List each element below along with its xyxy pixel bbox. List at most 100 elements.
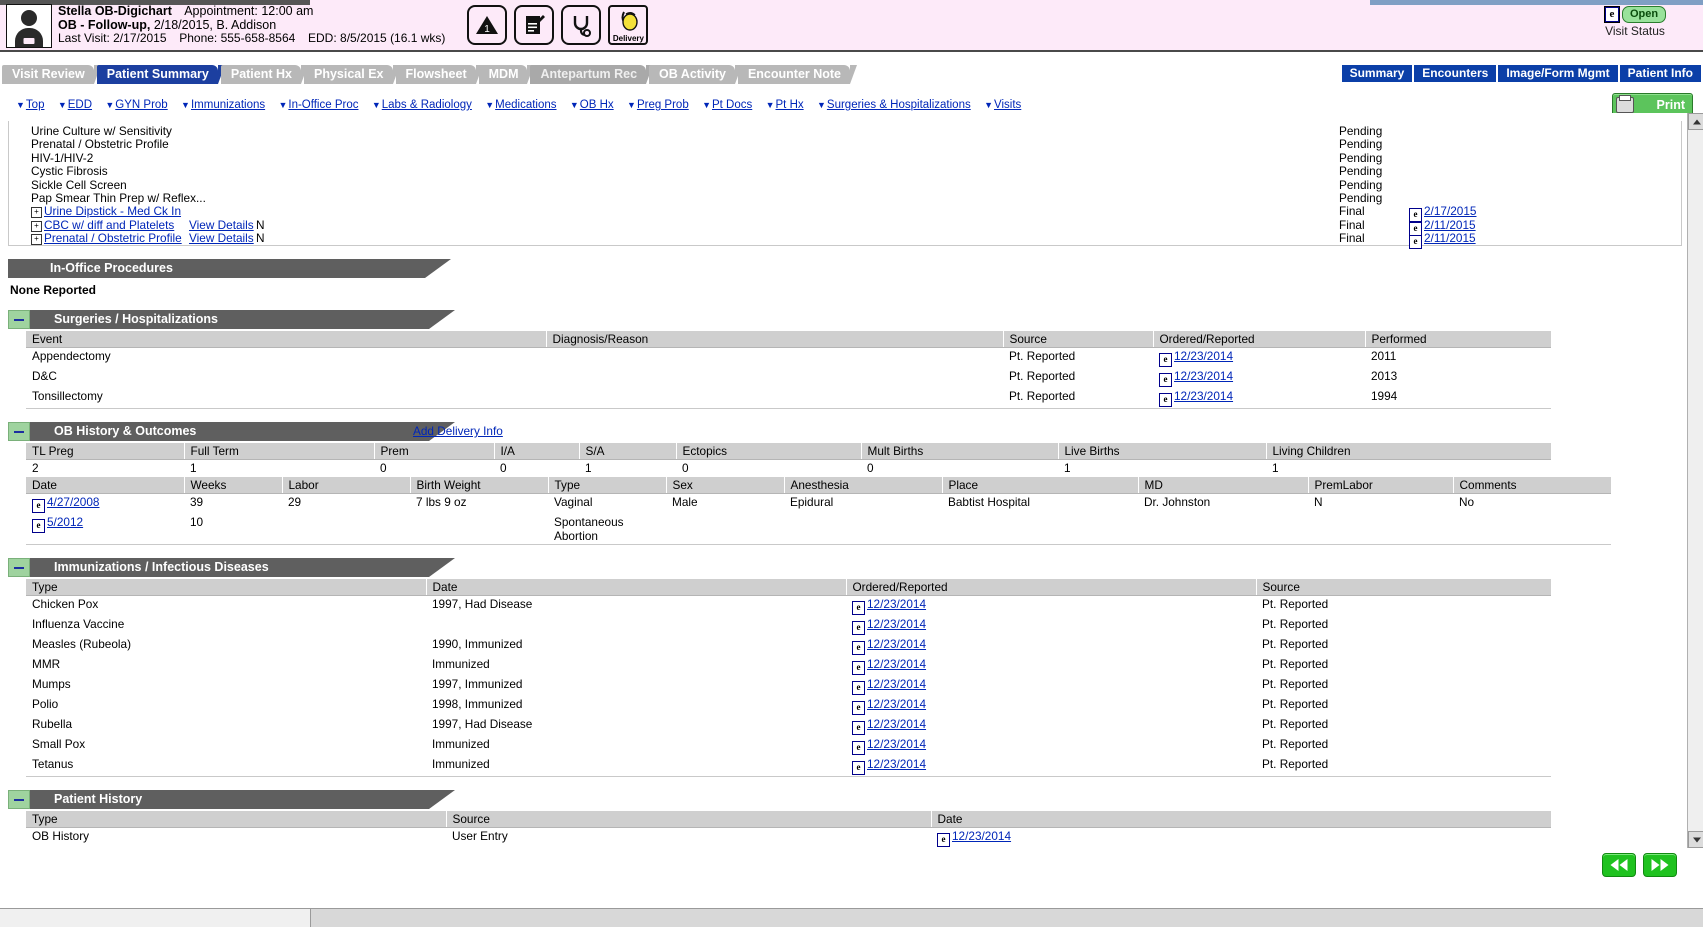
quicknav-link-labs-radiology[interactable]: Labs & Radiology [382, 99, 472, 111]
lab-row[interactable]: Pap Smear Thin Prep w/ Reflex... Pending [9, 191, 1681, 205]
cell-ordered[interactable]: e 12/23/2014 [846, 716, 1256, 736]
quicknav-top[interactable]: ▼Top [16, 99, 44, 111]
quicknav-link-edd[interactable]: EDD [68, 99, 92, 111]
delivery-icon[interactable]: Delivery [608, 5, 649, 45]
alert-triangle-icon[interactable]: 1 [467, 5, 508, 45]
cell-date[interactable]: e 12/23/2014 [931, 827, 1551, 848]
quicknav-link-top[interactable]: Top [26, 99, 45, 111]
ordered-date-link[interactable]: 12/23/2014 [867, 657, 926, 671]
table-row[interactable]: Tetanus Immunized e 12/23/2014 Pt. Reported [26, 756, 1551, 777]
expand-icon[interactable]: + [31, 207, 42, 219]
table-row[interactable]: Mumps 1997, Immunized e 12/23/2014 Pt. Repor… [26, 676, 1551, 696]
quicknav-ob-hx[interactable]: ▼OB Hx [570, 99, 614, 111]
ordered-date-link[interactable]: 12/23/2014 [867, 617, 926, 631]
quicknav-link-visits[interactable]: Visits [994, 99, 1021, 111]
delivery-date-link[interactable]: 4/27/2008 [47, 495, 99, 509]
quicknav-link-gyn-prob[interactable]: GYN Prob [115, 99, 167, 111]
tab-image-form-mgmt[interactable]: Image/Form Mgmt [1498, 65, 1618, 82]
table-row[interactable]: OB History User Entry e 12/23/2014 [26, 827, 1551, 848]
quicknav-link-ob-hx[interactable]: OB Hx [580, 99, 614, 111]
table-row[interactable]: D&C Pt. Reported e 12/23/2014 2013 [26, 368, 1551, 388]
quicknav-pt-docs[interactable]: ▼Pt Docs [702, 99, 752, 111]
tab-antepartum-rec[interactable]: Antepartum Rec [530, 65, 653, 84]
cell-date[interactable]: e 5/2012 [26, 514, 184, 545]
cell-ordered[interactable]: e 12/23/2014 [1153, 368, 1365, 388]
expand-icon[interactable]: + [31, 234, 42, 246]
ordered-date-link[interactable]: 12/23/2014 [867, 757, 926, 771]
cell-date[interactable]: e 4/27/2008 [26, 493, 184, 514]
add-delivery-info-link[interactable]: Add Delivery Info [413, 424, 503, 438]
ordered-date-link[interactable]: 12/23/2014 [1174, 349, 1233, 363]
quicknav-gyn-prob[interactable]: ▼GYN Prob [105, 99, 167, 111]
cell-ordered[interactable]: e 12/23/2014 [846, 696, 1256, 716]
lab-row[interactable]: + Urine Dipstick - Med Ck In Final e 2/17… [9, 204, 1681, 223]
tab-patient-summary[interactable]: Patient Summary [96, 65, 225, 84]
collapse-toggle-ob-history[interactable] [8, 422, 30, 441]
lab-row[interactable]: Cystic Fibrosis Pending [9, 164, 1681, 178]
tab-mdm[interactable]: MDM [478, 65, 535, 84]
table-row[interactable]: Tonsillectomy Pt. Reported e 12/23/2014 1… [26, 388, 1551, 409]
tab-encounters[interactable]: Encounters [1414, 65, 1497, 82]
previous-page-button[interactable] [1602, 853, 1636, 877]
delivery-date-link[interactable]: 5/2012 [47, 515, 83, 529]
collapse-toggle-immunizations[interactable] [8, 558, 30, 577]
quicknav-link-preg-prob[interactable]: Preg Prob [637, 99, 689, 111]
lab-date-link[interactable]: e 2/11/2015 [1409, 231, 1476, 250]
clipboard-edit-icon[interactable] [514, 5, 555, 45]
tab-ob-activity[interactable]: OB Activity [649, 65, 742, 84]
quicknav-link-in-office-proc[interactable]: In-Office Proc [288, 99, 358, 111]
quicknav-pt-hx[interactable]: ▼Pt Hx [766, 99, 804, 111]
table-row[interactable]: MMR Immunized e 12/23/2014 Pt. Reported [26, 656, 1551, 676]
table-row[interactable]: Small Pox Immunized e 12/23/2014 Pt. Reporte… [26, 736, 1551, 756]
quicknav-medications[interactable]: ▼Medications [485, 99, 556, 111]
quicknav-visits[interactable]: ▼Visits [984, 99, 1021, 111]
cell-ordered[interactable]: e 12/23/2014 [1153, 347, 1365, 368]
quicknav-in-office-proc[interactable]: ▼In-Office Proc [278, 99, 358, 111]
ordered-date-link[interactable]: 12/23/2014 [867, 677, 926, 691]
status-badge[interactable]: Open [1621, 6, 1667, 23]
cell-ordered[interactable]: e 12/23/2014 [846, 616, 1256, 636]
table-row[interactable]: Rubella 1997, Had Disease e 12/23/2014 Pt. R… [26, 716, 1551, 736]
tab-summary[interactable]: Summary [1341, 65, 1413, 82]
next-page-button[interactable] [1643, 853, 1677, 877]
table-row[interactable]: Appendectomy Pt. Reported e 12/23/2014 20… [26, 347, 1551, 368]
content-scrollbar[interactable] [1687, 113, 1703, 848]
ordered-date-link[interactable]: 12/23/2014 [1174, 389, 1233, 403]
quicknav-immunizations[interactable]: ▼Immunizations [181, 99, 265, 111]
lab-name-link[interactable]: CBC w/ diff and Platelets [44, 218, 174, 232]
table-row[interactable]: Influenza Vaccine e 12/23/2014 Pt. Reported [26, 616, 1551, 636]
tab-flowsheet[interactable]: Flowsheet [395, 65, 483, 84]
cell-ordered[interactable]: e 12/23/2014 [846, 756, 1256, 777]
lab-row[interactable]: + CBC w/ diff and Platelets View Details… [9, 218, 1681, 236]
table-row[interactable]: e 5/2012 10 Spontaneous Abortion [26, 514, 1611, 545]
table-row[interactable]: Polio 1998, Immunized e 12/23/2014 Pt. Repor… [26, 696, 1551, 716]
quicknav-link-immunizations[interactable]: Immunizations [191, 99, 265, 111]
quicknav-link-medications[interactable]: Medications [495, 99, 556, 111]
quicknav-link-pt-hx[interactable]: Pt Hx [776, 99, 804, 111]
tab-encounter-note[interactable]: Encounter Note [737, 65, 858, 84]
quicknav-labs-radiology[interactable]: ▼Labs & Radiology [372, 99, 472, 111]
lab-row[interactable]: HIV-1/HIV-2 Pending [9, 151, 1681, 165]
table-row[interactable]: Chicken Pox 1997, Had Disease e 12/23/2014 P… [26, 595, 1551, 616]
ordered-date-link[interactable]: 12/23/2014 [867, 737, 926, 751]
ordered-date-link[interactable]: 12/23/2014 [867, 717, 926, 731]
quicknav-link-surgeries[interactable]: Surgeries & Hospitalizations [827, 99, 971, 111]
lab-row[interactable]: Urine Culture w/ Sensitivity Pending [9, 124, 1681, 138]
table-row[interactable]: e 4/27/2008 39 29 7 lbs 9 oz Vaginal Male… [26, 493, 1611, 514]
ordered-date-link[interactable]: 12/23/2014 [1174, 369, 1233, 383]
cell-ordered[interactable]: e 12/23/2014 [846, 736, 1256, 756]
cell-ordered[interactable]: e 12/23/2014 [846, 636, 1256, 656]
lab-row[interactable]: Prenatal / Obstetric Profile Pending [9, 137, 1681, 151]
scroll-up-button[interactable] [1688, 113, 1703, 130]
quicknav-edd[interactable]: ▼EDD [58, 99, 92, 111]
view-details-link[interactable]: View Details [189, 218, 254, 232]
tab-visit-review[interactable]: Visit Review [2, 65, 101, 84]
view-details-link[interactable]: View Details [189, 231, 254, 245]
collapse-toggle-patient-history[interactable] [8, 790, 30, 809]
lab-row[interactable]: Sickle Cell Screen Pending [9, 178, 1681, 192]
collapse-toggle-surgeries[interactable] [8, 310, 30, 329]
quicknav-link-pt-docs[interactable]: Pt Docs [712, 99, 752, 111]
lab-row[interactable]: + Prenatal / Obstetric Profile View Deta… [9, 231, 1681, 250]
cell-ordered[interactable]: e 12/23/2014 [1153, 388, 1365, 409]
lab-name-link[interactable]: Prenatal / Obstetric Profile [44, 231, 182, 245]
